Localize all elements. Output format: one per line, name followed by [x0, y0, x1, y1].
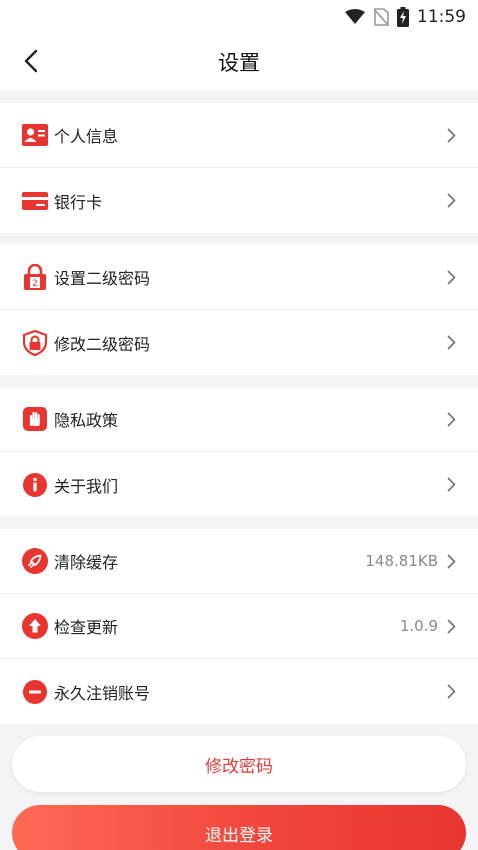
chevron-right-icon [446, 477, 456, 493]
logout-button[interactable]: 退出登录 [12, 805, 466, 850]
chevron-right-icon [446, 684, 456, 700]
settings-item-label: 修改二级密码 [54, 334, 151, 354]
settings-item-label: 清除缓存 [54, 553, 119, 572]
status-time: 11:59 [417, 7, 466, 27]
battery-charging-icon [397, 7, 409, 27]
back-chevron-icon[interactable] [16, 46, 46, 76]
settings-item-label: 设置二级密码 [54, 269, 151, 288]
settings-item-check-update[interactable]: 检查更新 1.0.9 [0, 594, 478, 659]
chevron-right-icon [446, 618, 456, 634]
update-arrow-icon [22, 613, 48, 639]
settings-item-label: 隐私政策 [54, 411, 119, 430]
info-icon [22, 472, 48, 498]
settings-group-maintenance: 清除缓存 148.81KB 检查更新 1.0.9 永久注销账号 [0, 529, 478, 724]
chevron-right-icon [446, 411, 456, 427]
settings-item-change-secondary-password[interactable]: 修改二级密码 [0, 310, 478, 375]
settings-item-personal-info[interactable]: 个人信息 [0, 103, 478, 168]
settings-item-label: 银行卡 [54, 192, 103, 212]
page-title: 设置 [218, 51, 260, 75]
settings-group-security: 2 设置二级密码 修改二级密码 [0, 245, 478, 375]
settings-item-value: 148.81KB [365, 552, 438, 570]
chevron-right-icon [446, 127, 456, 143]
settings-group-about: 隐私政策 关于我们 [0, 387, 478, 517]
shield-lock-icon [22, 329, 48, 356]
settings-item-privacy-policy[interactable]: 隐私政策 [0, 387, 478, 452]
rocket-icon [22, 548, 48, 574]
chevron-right-icon [446, 553, 456, 569]
settings-item-label: 检查更新 [54, 618, 119, 637]
bank-card-icon [22, 188, 48, 214]
settings-item-about-us[interactable]: 关于我们 [0, 452, 478, 517]
settings-group-account: 个人信息 银行卡 [0, 103, 478, 233]
svg-text:2: 2 [32, 279, 38, 289]
chevron-right-icon [446, 335, 456, 351]
status-bar: 11:59 [0, 0, 478, 34]
chevron-right-icon [446, 269, 456, 285]
settings-item-value: 1.0.9 [399, 617, 438, 635]
settings-item-set-secondary-password[interactable]: 2 设置二级密码 [0, 245, 478, 310]
settings-item-label: 个人信息 [54, 127, 119, 146]
settings-item-bank-card[interactable]: 银行卡 [0, 168, 478, 233]
settings-item-clear-cache[interactable]: 清除缓存 148.81KB [0, 529, 478, 594]
header: 设置 [0, 34, 478, 90]
change-password-button[interactable]: 修改密码 [12, 736, 466, 792]
settings-item-delete-account[interactable]: 永久注销账号 [0, 659, 478, 724]
wifi-icon [345, 9, 365, 25]
minus-circle-icon [22, 679, 48, 705]
chevron-right-icon [446, 193, 456, 209]
settings-item-label: 永久注销账号 [54, 683, 151, 703]
no-sim-icon [373, 8, 389, 26]
lock-icon: 2 [22, 264, 48, 290]
id-card-icon [22, 122, 48, 148]
settings-item-label: 关于我们 [54, 476, 119, 496]
hand-icon [22, 406, 48, 432]
